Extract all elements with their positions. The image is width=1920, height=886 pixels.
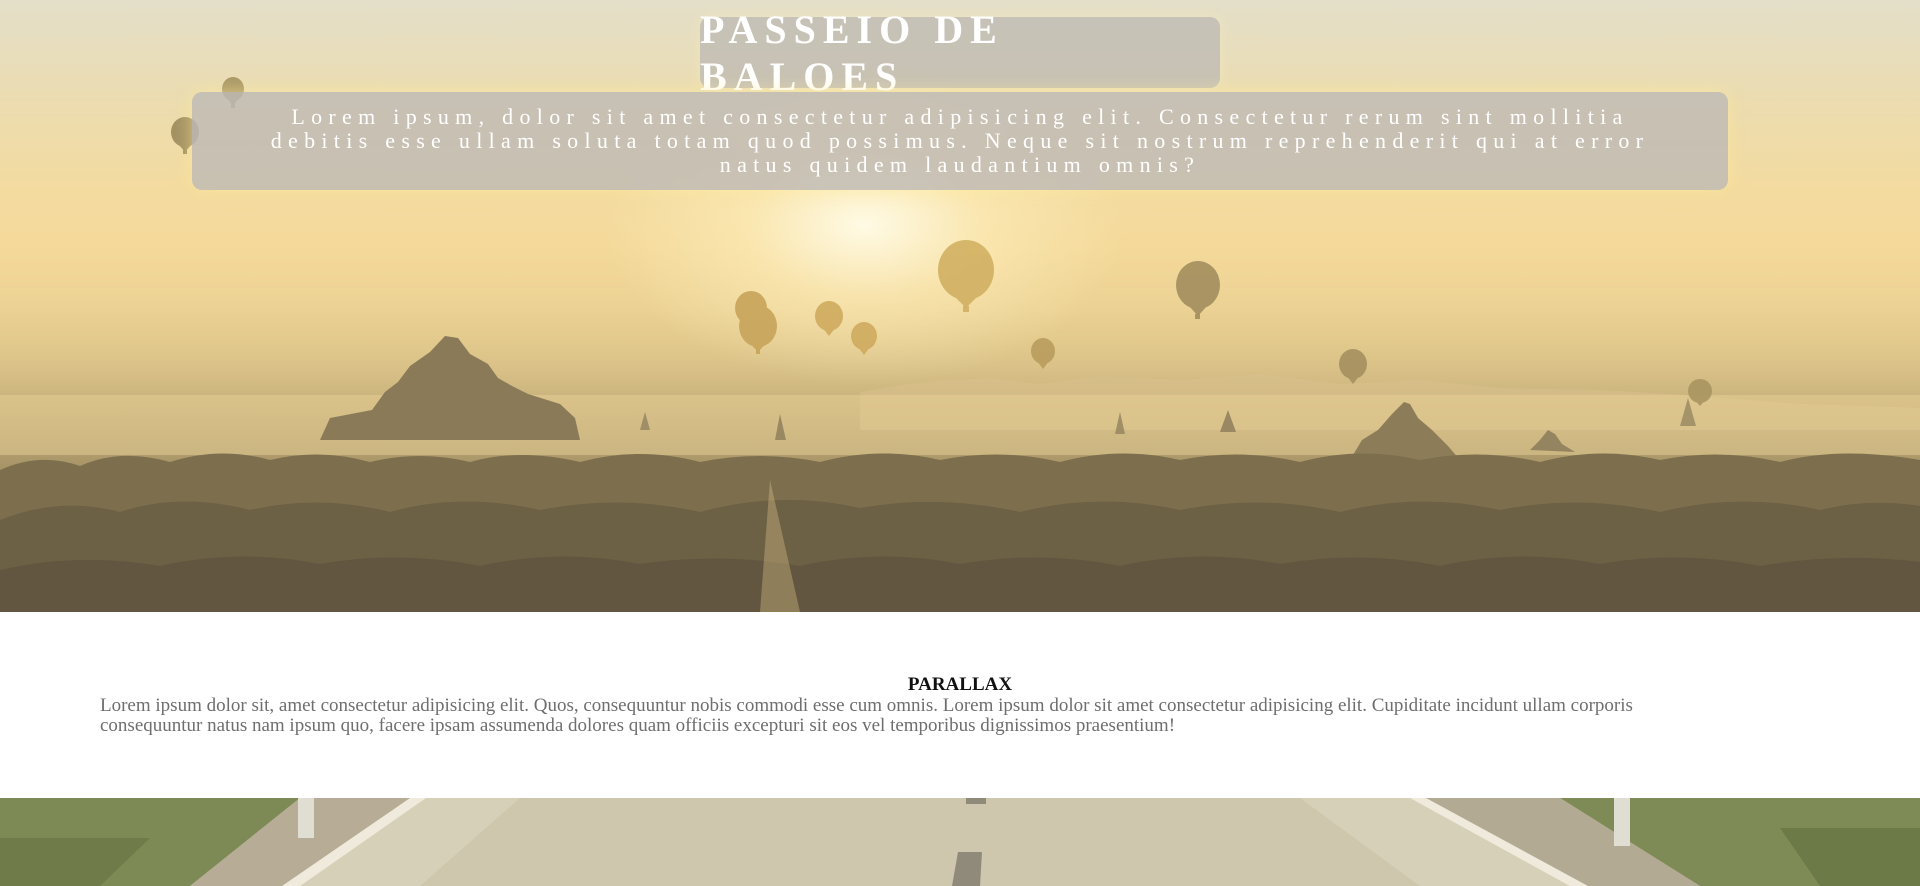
parallax-heading: PARALLAX	[907, 674, 1013, 695]
road-background-section	[0, 798, 1920, 886]
parallax-section: PARALLAX Lorem ipsum dolor sit, amet con…	[0, 612, 1920, 798]
parallax-body-text: Lorem ipsum dolor sit, amet consectetur …	[100, 695, 1633, 736]
title-banner: PASSEIO DE BALOES	[700, 7, 1220, 99]
road-background-image	[0, 798, 1920, 886]
subtitle-banner: Lorem ipsum, dolor sit amet consectetur …	[192, 92, 1728, 190]
hero-section: PASSEIO DE BALOES Lorem ipsum, dolor sit…	[0, 0, 1920, 612]
hero-subtitle: Lorem ipsum, dolor sit amet consectetur …	[270, 104, 1650, 177]
page-title: PASSEIO DE BALOES	[700, 6, 1004, 99]
